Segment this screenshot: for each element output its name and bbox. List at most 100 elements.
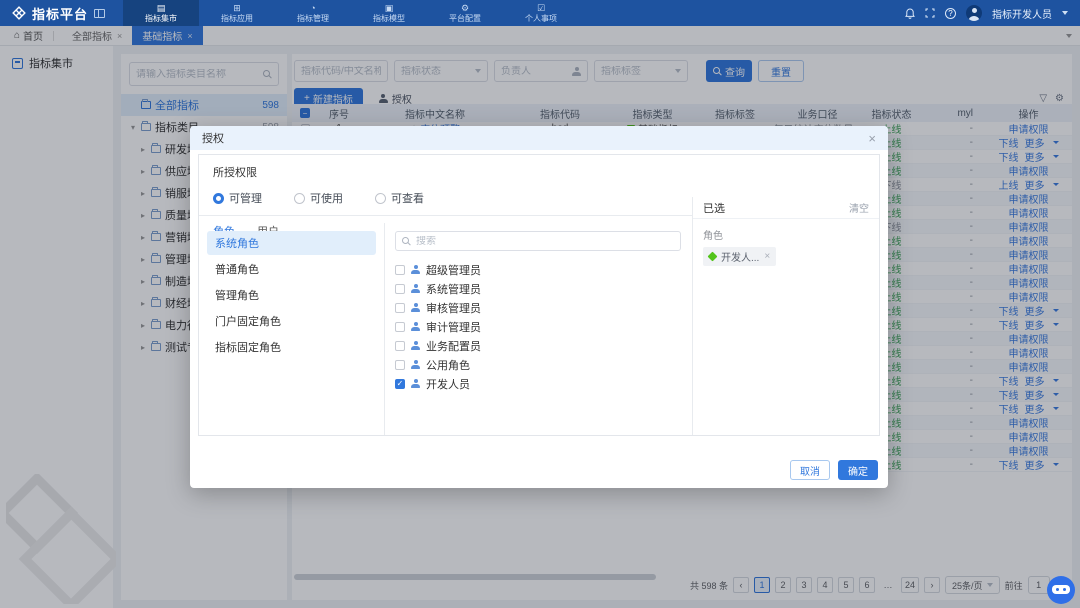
user-icon: [411, 360, 420, 369]
permission-radio[interactable]: 可查看: [375, 190, 424, 206]
nav-right: ? 指标开发人员: [905, 5, 1080, 21]
store-icon: ▤: [157, 3, 166, 13]
user-icon: [411, 284, 420, 293]
nav-item-label: 指标模型: [373, 14, 405, 23]
radio-label: 可管理: [229, 190, 262, 206]
selected-tag-label: 开发人...: [721, 249, 759, 264]
role-name: 超级管理员: [426, 262, 481, 278]
nav-item[interactable]: ▤指标集市: [123, 0, 199, 26]
radio-icon: [294, 193, 305, 204]
role-name: 开发人员: [426, 376, 470, 392]
user-icon: [411, 341, 420, 350]
radio-icon: [213, 193, 224, 204]
role-name: 审计管理员: [426, 319, 481, 335]
role-item[interactable]: 超级管理员: [395, 260, 681, 279]
role-category[interactable]: 普通角色: [207, 257, 376, 281]
role-item[interactable]: 业务配置员: [395, 336, 681, 355]
radio-label: 可查看: [391, 190, 424, 206]
permission-radio[interactable]: 可管理: [213, 190, 262, 206]
selected-pane: 已选 清空 角色 开发人... ×: [692, 197, 879, 435]
nav-item-label: 指标管理: [297, 14, 329, 23]
role-list-pane: 超级管理员系统管理员审核管理员审计管理员业务配置员公用角色 ✓ 开发人员: [385, 223, 691, 435]
bell-icon[interactable]: [905, 8, 915, 19]
gear-icon: ⚙: [461, 3, 469, 13]
avatar[interactable]: [966, 5, 982, 21]
app-title: 指标平台: [32, 4, 88, 23]
permission-radio[interactable]: 可使用: [294, 190, 343, 206]
authorization-modal: 授权 × 所授权限 可管理可使用可查看 角色用户 系统角色普通角色管理角色门户固…: [190, 126, 888, 488]
nav-items: ▤指标集市⊞指标应用◔指标管理▣指标模型⚙平台配置☑个人事项: [123, 0, 579, 26]
user-name[interactable]: 指标开发人员: [992, 6, 1052, 21]
role-checkbox[interactable]: ✓: [395, 379, 405, 389]
role-search[interactable]: [395, 231, 681, 251]
radio-icon: [375, 193, 386, 204]
user-icon: [411, 265, 420, 274]
modal-header: 授权 ×: [190, 126, 888, 150]
role-list: 超级管理员系统管理员审核管理员审计管理员业务配置员公用角色 ✓ 开发人员: [395, 260, 681, 393]
radio-label: 可使用: [310, 190, 343, 206]
role-checkbox[interactable]: [395, 303, 405, 313]
close-icon[interactable]: ×: [868, 131, 876, 146]
role-category[interactable]: 管理角色: [207, 283, 376, 307]
nav-item[interactable]: ☑个人事项: [503, 0, 579, 26]
role-category[interactable]: 门户固定角色: [207, 309, 376, 333]
role-name: 公用角色: [426, 357, 470, 373]
role-checkbox[interactable]: [395, 360, 405, 370]
modal-title: 授权: [202, 130, 224, 146]
user-caret-icon[interactable]: [1062, 11, 1068, 15]
nav-item[interactable]: ⚙平台配置: [427, 0, 503, 26]
role-category-list: 系统角色普通角色管理角色门户固定角色指标固定角色: [199, 223, 384, 435]
help-icon[interactable]: ?: [945, 8, 956, 19]
nav-item[interactable]: ⊞指标应用: [199, 0, 275, 26]
role-checkbox[interactable]: [395, 341, 405, 351]
model-icon: ▣: [385, 3, 394, 13]
confirm-button[interactable]: 确定: [838, 460, 878, 480]
brand[interactable]: 指标平台: [0, 4, 115, 23]
remove-tag-icon[interactable]: ×: [764, 251, 770, 262]
role-name: 业务配置员: [426, 338, 481, 354]
role-search-input[interactable]: [416, 236, 674, 247]
role-category[interactable]: 系统角色: [207, 231, 376, 255]
nav-item[interactable]: ▣指标模型: [351, 0, 427, 26]
nav-item-label: 指标应用: [221, 14, 253, 23]
role-item[interactable]: 审计管理员: [395, 317, 681, 336]
manage-icon: ◔: [310, 3, 315, 13]
role-checkbox[interactable]: [395, 284, 405, 294]
search-icon: [402, 237, 411, 246]
role-checkbox[interactable]: [395, 322, 405, 332]
nav-item-label: 个人事项: [525, 14, 557, 23]
modal-footer: 取消 确定: [790, 460, 878, 480]
screen: 指标平台 ▤指标集市⊞指标应用◔指标管理▣指标模型⚙平台配置☑个人事项 ? 指标…: [0, 0, 1080, 608]
clear-selected-button[interactable]: 清空: [849, 200, 869, 215]
selected-group-label: 角色: [703, 227, 869, 242]
modal-columns: 系统角色普通角色管理角色门户固定角色指标固定角色 超级管理员系统管理员审核管理员…: [199, 223, 691, 435]
nav-item-label: 指标集市: [145, 14, 177, 23]
tag-icon: [708, 252, 718, 262]
user-icon: [411, 379, 420, 388]
role-checkbox[interactable]: [395, 265, 405, 275]
cancel-button[interactable]: 取消: [790, 460, 830, 480]
assistant-robot[interactable]: [1047, 576, 1075, 604]
top-nav: 指标平台 ▤指标集市⊞指标应用◔指标管理▣指标模型⚙平台配置☑个人事项 ? 指标…: [0, 0, 1080, 26]
modal-body: 所授权限 可管理可使用可查看 角色用户 系统角色普通角色管理角色门户固定角色指标…: [198, 154, 880, 436]
permission-label: 所授权限: [213, 164, 879, 180]
role-item[interactable]: 审核管理员: [395, 298, 681, 317]
role-item[interactable]: ✓ 开发人员: [395, 374, 681, 393]
role-name: 系统管理员: [426, 281, 481, 297]
fullscreen-icon[interactable]: [925, 8, 935, 18]
selected-header: 已选 清空: [693, 197, 879, 219]
selected-title: 已选: [703, 200, 725, 216]
collapse-menu-icon[interactable]: [94, 9, 105, 18]
role-item[interactable]: 公用角色: [395, 355, 681, 374]
nav-item-label: 平台配置: [449, 14, 481, 23]
nav-item[interactable]: ◔指标管理: [275, 0, 351, 26]
role-name: 审核管理员: [426, 300, 481, 316]
personal-icon: ☑: [537, 3, 545, 13]
user-icon: [411, 303, 420, 312]
role-category[interactable]: 指标固定角色: [207, 335, 376, 359]
role-item[interactable]: 系统管理员: [395, 279, 681, 298]
user-icon: [411, 322, 420, 331]
apps-icon: ⊞: [233, 3, 241, 13]
brand-logo-icon: [12, 6, 26, 20]
selected-tag: 开发人... ×: [703, 247, 776, 266]
